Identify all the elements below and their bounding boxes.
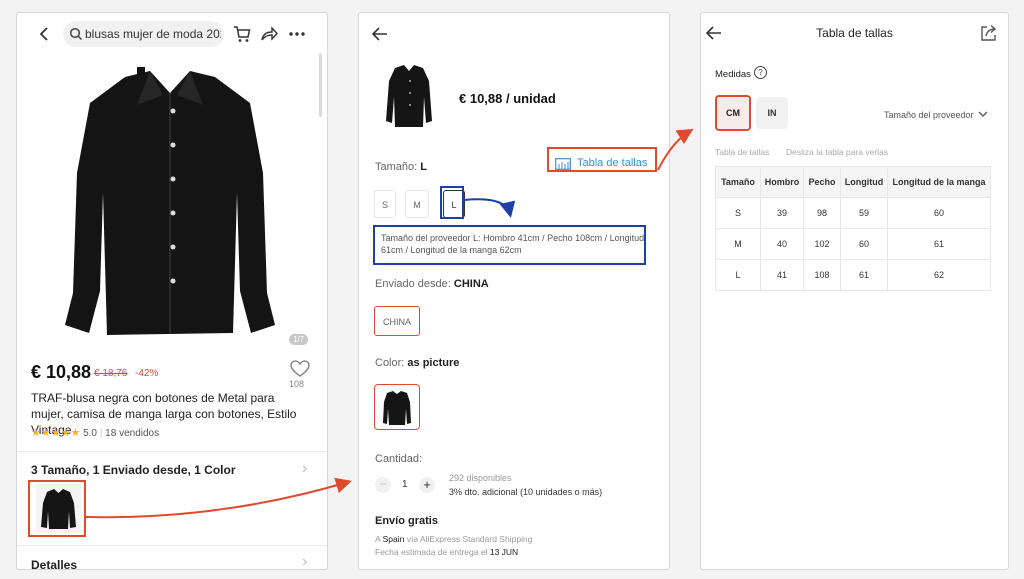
size-row: Tamaño: L: [375, 161, 427, 173]
shipping-country: Spain: [382, 534, 405, 544]
table-cell: M: [715, 228, 761, 260]
table-cell: 108: [803, 259, 841, 291]
table-cell: 61: [840, 259, 888, 291]
table-cell: 60: [887, 197, 991, 229]
delivery-date: 13 JUN: [489, 547, 519, 557]
shipping-destination: A Spain vía AliExpress Standard Shipping: [375, 534, 533, 544]
ship-from-row: Enviado desde: CHINA: [375, 278, 489, 290]
chevron-right-icon[interactable]: ›: [302, 553, 307, 569]
back-arrow-icon[interactable]: [371, 26, 389, 42]
column-header: Longitud: [840, 166, 888, 198]
rating-value: 5.0: [83, 428, 97, 439]
size-option-m[interactable]: M: [405, 190, 429, 218]
unit-toggle-in[interactable]: IN: [756, 97, 788, 129]
table-cell: 61: [887, 228, 991, 260]
share-icon[interactable]: [260, 25, 278, 43]
supplier-size-dropdown-label: Tamaño del proveedor: [884, 110, 974, 120]
table-cell: L: [715, 259, 761, 291]
highlight-size-l: [440, 186, 464, 219]
page-title: Tabla de tallas: [816, 26, 893, 40]
color-label: Color:: [375, 357, 405, 369]
ship-from-label: Enviado desde:: [375, 278, 451, 290]
sold-count: 18 vendidos: [105, 428, 160, 439]
table-header-row: Tamaño Hombro Pecho Longitud Longitud de…: [715, 166, 991, 198]
highlight-cm: [715, 95, 751, 131]
product-image: [65, 67, 275, 335]
size-option-s[interactable]: S: [374, 190, 396, 218]
measures-label: Medidas: [715, 69, 751, 80]
supplier-size-dropdown[interactable]: Tamaño del proveedor: [884, 110, 988, 120]
image-pager: 1/7: [289, 334, 309, 345]
likes-count: 108: [289, 379, 305, 389]
old-price: € 18,76: [94, 368, 128, 379]
help-icon[interactable]: ?: [754, 66, 767, 79]
chevron-right-icon[interactable]: ›: [302, 460, 307, 478]
table-cell: 102: [803, 228, 841, 260]
quantity-value[interactable]: 1: [402, 479, 408, 490]
stock-count: 292 disponibles: [449, 473, 512, 483]
size-value: L: [420, 161, 427, 173]
size-label: Tamaño:: [375, 161, 418, 173]
size-table: Tamaño Hombro Pecho Longitud Longitud de…: [715, 166, 991, 291]
variants-summary[interactable]: 3 Tamaño, 1 Enviado desde, 1 Color: [31, 463, 236, 477]
hint-size-chart: Tabla de tallas: [715, 147, 770, 157]
heart-icon[interactable]: [290, 360, 310, 378]
column-header: Longitud de la manga: [887, 166, 991, 198]
table-cell: 40: [760, 228, 804, 260]
supplier-size-info: Tamaño del proveedor L: Hombro 41cm / Pe…: [381, 233, 645, 255]
ship-from-value: CHINA: [453, 278, 489, 290]
color-row: Color: as picture: [375, 357, 459, 369]
hint-swipe: Desliza la tabla para verlas: [786, 147, 889, 157]
unit-price: € 10,88 / unidad: [459, 91, 556, 106]
details-heading[interactable]: Detalles: [31, 558, 77, 569]
highlight-variant-thumbnail: [28, 480, 86, 537]
column-header: Pecho: [803, 166, 841, 198]
star-rating-icon: ★★★★★: [31, 427, 81, 439]
column-header: Tamaño: [715, 166, 761, 198]
search-input[interactable]: blusas mujer de moda 202: [63, 21, 224, 47]
size-chart-panel: Tabla de tallas Medidas ? CM IN Tamaño d…: [700, 12, 1009, 570]
search-text: blusas mujer de moda 202: [85, 27, 221, 41]
ship-from-option-china[interactable]: CHINA: [374, 306, 420, 336]
share-icon[interactable]: [980, 24, 998, 42]
table-row: M 40 102 60 61: [715, 228, 991, 260]
color-value: as picture: [407, 357, 460, 369]
shipping-title: Envío gratis: [375, 515, 438, 527]
table-cell: S: [715, 197, 761, 229]
table-cell: 62: [887, 259, 991, 291]
back-arrow-icon[interactable]: [37, 26, 51, 42]
cart-icon[interactable]: [233, 25, 251, 43]
price: € 10,88: [31, 362, 92, 382]
table-cell: 98: [803, 197, 841, 229]
table-row: S 39 98 59 60: [715, 197, 991, 229]
more-icon[interactable]: [289, 31, 305, 37]
blouse-thumbnail-icon: [383, 391, 411, 425]
divider: [17, 451, 327, 452]
column-header: Hombro: [760, 166, 804, 198]
rating-row: ★★★★★ 5.0 | 18 vendidos: [31, 427, 160, 439]
table-cell: 59: [840, 197, 888, 229]
minus-icon[interactable]: −: [375, 477, 391, 493]
discount-badge: -42%: [135, 368, 159, 379]
delivery-estimate: Fecha estimada de entrega el 13 JUN: [375, 547, 519, 557]
divider: [17, 545, 327, 546]
chevron-down-icon: [978, 111, 988, 117]
search-icon: [69, 27, 83, 41]
quantity-label: Cantidad:: [375, 453, 423, 465]
plus-icon[interactable]: +: [419, 477, 435, 493]
highlight-size-chart-link: [547, 147, 657, 172]
table-cell: 39: [760, 197, 804, 229]
color-option-as-picture[interactable]: [374, 384, 420, 430]
table-row: L 41 108 61 62: [715, 259, 991, 291]
product-page-panel: blusas mujer de moda 202 1/7 € 10,88 € 1…: [16, 12, 328, 570]
product-thumbnail: [386, 65, 432, 127]
table-cell: 60: [840, 228, 888, 260]
table-cell: 41: [760, 259, 804, 291]
bulk-discount: 3% dto. adicional (10 unidades o más): [449, 487, 603, 497]
scrollbar[interactable]: [319, 53, 322, 117]
sku-selector-panel: € 10,88 / unidad Tamaño: L Tabla de tall…: [358, 12, 670, 570]
